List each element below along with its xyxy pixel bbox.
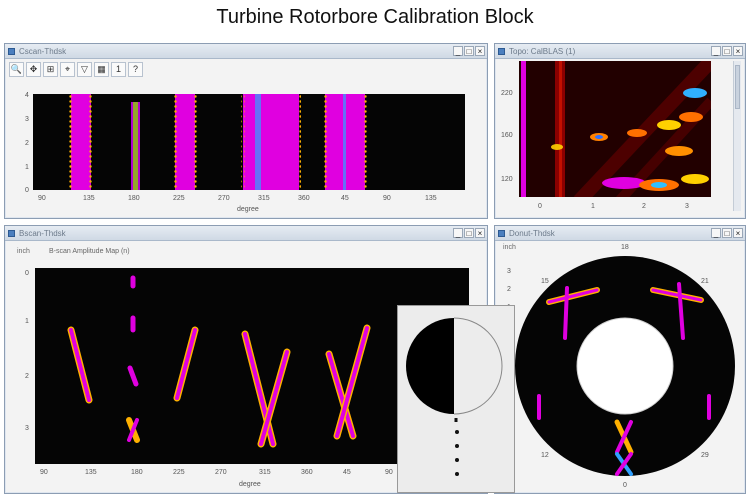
app-icon [8, 48, 15, 55]
x-tick: 90 [385, 469, 393, 476]
x-tick: 360 [298, 195, 310, 202]
close-button[interactable]: × [733, 46, 743, 56]
app-icon [8, 230, 15, 237]
maximize-button[interactable]: □ [722, 46, 732, 56]
x-tick: 180 [131, 469, 143, 476]
maximize-button[interactable]: □ [464, 228, 474, 238]
x-tick: 3 [685, 203, 689, 210]
close-button[interactable]: × [475, 228, 485, 238]
topo-window-controls: _ □ × [711, 46, 743, 56]
info-icon[interactable]: 1 [111, 62, 126, 77]
close-button[interactable]: × [733, 228, 743, 238]
x-tick: 225 [173, 195, 185, 202]
minimize-button[interactable]: _ [711, 46, 721, 56]
y-tick: 3 [25, 116, 29, 123]
bscan-window-controls: _ □ × [453, 228, 485, 238]
x-tick: 90 [40, 469, 48, 476]
calibration-block-sketch [397, 305, 515, 493]
donut-title: Donut-Thdsk [509, 229, 555, 238]
close-button[interactable]: × [475, 46, 485, 56]
minimize-button[interactable]: _ [453, 46, 463, 56]
donut-plot[interactable] [513, 246, 747, 484]
palette-icon[interactable]: ▦ [94, 62, 109, 77]
cscan-window-controls: _ □ × [453, 46, 485, 56]
bscan-title: Bscan-Thdsk [19, 229, 66, 238]
cscan-titlebar[interactable]: Cscan-Thdsk [5, 44, 487, 59]
x-tick: 45 [343, 469, 351, 476]
grid-icon[interactable]: ⊞ [43, 62, 58, 77]
y-tick: 0 [25, 270, 29, 277]
y-tick: 120 [501, 176, 513, 183]
y-tick: 4 [25, 92, 29, 99]
x-tick: 90 [383, 195, 391, 202]
topo-plot[interactable] [519, 61, 711, 197]
scrollbar-thumb[interactable] [735, 65, 740, 109]
bscan-unit: inch [17, 248, 30, 255]
y-tick: 1 [25, 318, 29, 325]
help-icon[interactable]: ? [128, 62, 143, 77]
cursor-icon[interactable]: ⌖ [60, 62, 75, 77]
maximize-button[interactable]: □ [464, 46, 474, 56]
x-tick: 360 [301, 469, 313, 476]
y-tick: 0 [25, 187, 29, 194]
cscan-plot[interactable] [33, 94, 465, 190]
x-tick: 315 [258, 195, 270, 202]
x-tick: 270 [218, 195, 230, 202]
cscan-indications [69, 94, 367, 190]
y-tick: 3 [507, 268, 511, 275]
donut-titlebar[interactable]: Donut-Thdsk [495, 226, 745, 241]
app-icon [498, 48, 505, 55]
bscan-titlebar[interactable]: Bscan-Thdsk [5, 226, 487, 241]
minimize-button[interactable]: _ [711, 228, 721, 238]
x-tick: 135 [85, 469, 97, 476]
app-icon [498, 230, 505, 237]
x-axis-label: degree [237, 206, 259, 213]
page-title: Turbine Rotorbore Calibration Block [216, 6, 534, 28]
x-tick: 135 [83, 195, 95, 202]
x-tick: 0 [538, 203, 542, 210]
cscan-toolbar: 🔍 ✥ ⊞ ⌖ ▽ ▦ 1 ? [9, 62, 143, 78]
filter-icon[interactable]: ▽ [77, 62, 92, 77]
zoom-icon[interactable]: 🔍 [9, 62, 24, 77]
x-tick: 270 [215, 469, 227, 476]
bscan-subtitle: B-scan Amplitude Map (n) [49, 248, 130, 255]
x-tick: 1 [591, 203, 595, 210]
topo-image [519, 61, 711, 197]
y-tick: 2 [25, 140, 29, 147]
y-tick: 1 [25, 164, 29, 171]
bscan-indications [67, 275, 371, 448]
y-tick: 3 [25, 425, 29, 432]
y-tick: 2 [25, 373, 29, 380]
pan-icon[interactable]: ✥ [26, 62, 41, 77]
topo-scrollbar[interactable] [733, 61, 741, 211]
x-tick: 2 [642, 203, 646, 210]
y-tick: 160 [501, 132, 513, 139]
block-sketch-image [406, 314, 514, 476]
topo-window[interactable]: Topo: CalBLAS (1) _ □ × 220 160 120 0 1 … [494, 43, 746, 219]
x-tick: 90 [38, 195, 46, 202]
minimize-button[interactable]: _ [453, 228, 463, 238]
y-tick: 220 [501, 90, 513, 97]
maximize-button[interactable]: □ [722, 228, 732, 238]
x-tick: 225 [173, 469, 185, 476]
y-tick: 2 [507, 286, 511, 293]
topo-title: Topo: CalBLAS (1) [509, 47, 576, 56]
cscan-window[interactable]: Cscan-Thdsk _ □ × 🔍 ✥ ⊞ ⌖ ▽ ▦ 1 ? 4 3 2 … [4, 43, 488, 219]
cscan-title: Cscan-Thdsk [19, 47, 67, 56]
x-axis-label: degree [239, 481, 261, 488]
x-tick: 135 [425, 195, 437, 202]
x-tick: 45 [341, 195, 349, 202]
cscan-image [69, 94, 367, 190]
donut-window[interactable]: Donut-Thdsk _ □ × inch 3 2 1 0 1 2 3 18 … [494, 225, 746, 494]
donut-window-controls: _ □ × [711, 228, 743, 238]
topo-titlebar[interactable]: Topo: CalBLAS (1) [495, 44, 745, 59]
x-tick: 180 [128, 195, 140, 202]
x-tick: 315 [259, 469, 271, 476]
